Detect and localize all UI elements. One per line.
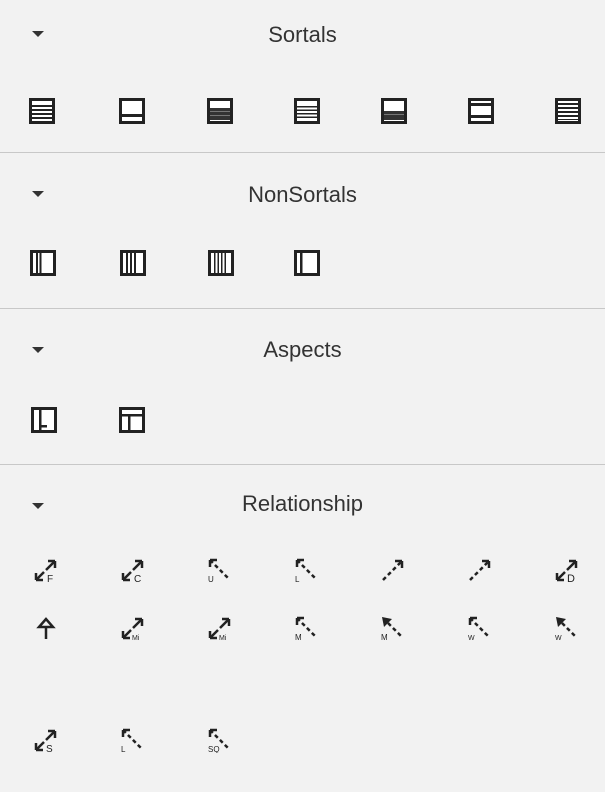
subquantity-dashed-relation-icon[interactable]: L xyxy=(120,727,146,753)
sortal-subkind-icon[interactable] xyxy=(119,98,145,124)
svg-text:W: W xyxy=(468,635,475,641)
section-title: Relationship xyxy=(241,491,364,516)
svg-text:W: W xyxy=(555,635,562,641)
rolemixin-icon[interactable] xyxy=(208,250,234,276)
sortal-quantity-icon[interactable] xyxy=(381,98,407,124)
sortal-collective-icon[interactable] xyxy=(468,98,494,124)
section-sortals: Sortals xyxy=(0,0,605,152)
sortal-kind-icon[interactable] xyxy=(29,98,55,124)
mixin-icon[interactable] xyxy=(120,250,146,276)
relationship-header[interactable]: Relationship xyxy=(0,465,605,516)
svg-text:M: M xyxy=(381,633,388,641)
svg-text:SQ: SQ xyxy=(208,745,220,753)
characterization-relation-icon[interactable]: L xyxy=(294,557,320,583)
aspects-header[interactable]: Aspects xyxy=(0,309,605,362)
formal-relation-icon[interactable]: F xyxy=(33,557,59,583)
section-aspects: Aspects xyxy=(0,309,605,464)
dependency-relation-icon[interactable]: U xyxy=(207,557,233,583)
svg-text:U: U xyxy=(208,575,214,583)
svg-text:Mi: Mi xyxy=(132,635,140,641)
sortal-phase-icon[interactable] xyxy=(207,98,233,124)
subcollectionof-relation-icon[interactable]: Mi xyxy=(207,615,233,641)
category-icon[interactable] xyxy=(30,250,56,276)
whole-part-relation-icon[interactable]: W xyxy=(467,615,493,641)
quality-icon[interactable] xyxy=(119,407,145,433)
section-nonsortals: NonSortals xyxy=(0,153,605,308)
nonsortals-header[interactable]: NonSortals xyxy=(0,153,605,207)
section-title: NonSortals xyxy=(248,182,357,207)
subquantityof-relation-icon[interactable]: S xyxy=(33,727,59,753)
phasemixin-icon[interactable] xyxy=(294,250,320,276)
svg-text:Mi: Mi xyxy=(219,635,227,641)
svg-text:F: F xyxy=(47,574,53,583)
material-filled-relation-icon[interactable]: M xyxy=(380,615,406,641)
section-title: Sortals xyxy=(268,22,337,47)
sortals-header[interactable]: Sortals xyxy=(0,0,605,50)
derivation-relation-icon[interactable] xyxy=(380,557,406,583)
sortal-relator-icon[interactable] xyxy=(555,98,581,124)
generalization-arrow-icon[interactable] xyxy=(33,615,59,641)
svg-text:M: M xyxy=(295,633,302,641)
svg-text:D: D xyxy=(567,573,575,583)
svg-text:L: L xyxy=(121,745,126,753)
mode-icon[interactable] xyxy=(31,407,57,433)
svg-text:S: S xyxy=(46,744,53,753)
sortal-role-icon[interactable] xyxy=(294,98,320,124)
memberof-relation-icon[interactable]: Mi xyxy=(120,615,146,641)
componentof-relation-icon[interactable]: C xyxy=(120,557,146,583)
section-relationship: Relationship F C U L D Mi Mi M M W W S L… xyxy=(0,465,605,792)
svg-text:C: C xyxy=(134,574,141,583)
whole-part-filled-relation-icon[interactable]: W xyxy=(554,615,580,641)
svg-text:L: L xyxy=(295,575,300,583)
mediation-relation-icon[interactable] xyxy=(467,557,493,583)
section-title: Aspects xyxy=(263,337,342,362)
structuration-relation-icon[interactable]: SQ xyxy=(207,727,233,753)
material-relation-icon[interactable]: M xyxy=(294,615,320,641)
datatype-relation-icon[interactable]: D xyxy=(554,557,580,583)
